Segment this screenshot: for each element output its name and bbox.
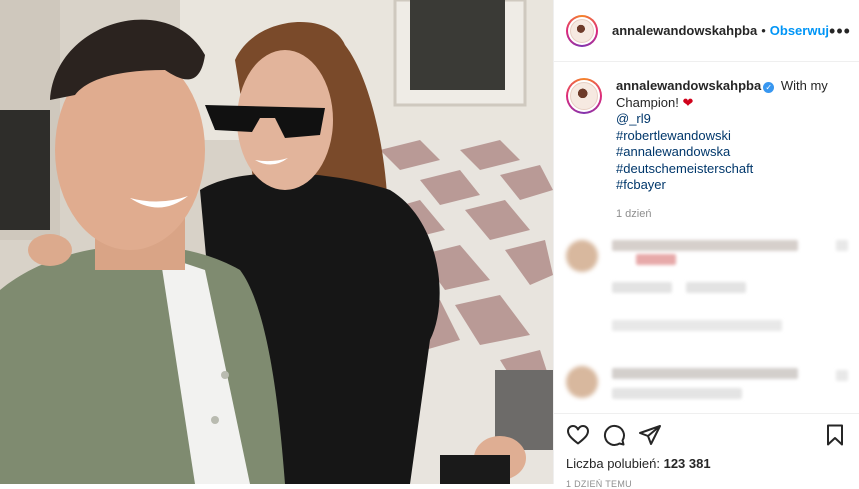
hashtag-link[interactable]: #robertlewandowski <box>616 128 836 145</box>
blurred-text <box>612 320 782 331</box>
blurred-icon <box>836 240 848 251</box>
avatar-ring-inner <box>568 80 600 112</box>
more-options-icon[interactable]: ••• <box>829 22 851 40</box>
blurred-comment <box>566 366 848 402</box>
caption-avatar[interactable] <box>566 78 602 114</box>
avatar-image <box>570 82 598 110</box>
avatar-image <box>570 18 594 43</box>
blurred-text <box>612 240 798 251</box>
blurred-avatar <box>566 366 598 398</box>
comments-section: annalewandowskahpba ✓ With my Champion! ❤… <box>554 62 859 402</box>
posted-time: 1 DZIEŃ TEMU <box>566 479 632 489</box>
likes-count[interactable]: Liczba polubień: 123 381 <box>566 456 847 471</box>
photo-illustration <box>0 0 553 484</box>
action-bar: Liczba polubień: 123 381 1 DZIEŃ TEMU <box>554 413 859 489</box>
caption: annalewandowskahpba ✓ With my Champion! ❤… <box>566 78 847 222</box>
bookmark-icon[interactable] <box>823 423 847 447</box>
caption-text: annalewandowskahpba ✓ With my Champion! ❤… <box>616 78 836 222</box>
blurred-comment <box>566 236 848 306</box>
avatar-ring-inner <box>568 16 596 45</box>
post-side-panel: annalewandowskahpba • Obserwuj ••• annal… <box>553 0 859 489</box>
hashtag-link[interactable]: #fcbayer <box>616 177 836 194</box>
caption-username-link[interactable]: annalewandowskahpba <box>616 78 761 93</box>
post-header: annalewandowskahpba • Obserwuj ••• <box>554 0 859 62</box>
blurred-text <box>636 254 676 265</box>
mention-link[interactable]: @_rl9 <box>616 111 836 128</box>
header-separator: • <box>761 23 766 38</box>
heart-icon[interactable] <box>566 423 590 447</box>
blurred-comment <box>566 316 847 356</box>
paper-plane-icon[interactable] <box>638 423 662 447</box>
blurred-avatar <box>566 240 598 272</box>
caption-timestamp[interactable]: 1 dzień <box>616 206 836 223</box>
hashtag-link[interactable]: #annalewandowska <box>616 144 836 161</box>
blurred-text <box>686 282 746 293</box>
verified-badge-icon: ✓ <box>763 82 775 93</box>
hashtag-link[interactable]: #deutschemeisterschaft <box>616 161 836 178</box>
follow-button[interactable]: Obserwuj <box>770 23 829 38</box>
red-heart-emoji-icon: ❤ <box>682 94 694 110</box>
likes-number: 123 381 <box>663 456 711 471</box>
author-avatar[interactable] <box>566 14 598 47</box>
post-photo[interactable] <box>0 0 553 484</box>
blurred-text <box>612 282 672 293</box>
comment-icon[interactable] <box>602 423 626 447</box>
likes-label: Liczba polubień: <box>566 456 660 471</box>
action-icons <box>566 422 847 448</box>
blurred-text <box>612 388 742 399</box>
blurred-text <box>612 368 798 379</box>
author-username-link[interactable]: annalewandowskahpba <box>612 23 757 38</box>
blurred-icon <box>836 370 848 381</box>
